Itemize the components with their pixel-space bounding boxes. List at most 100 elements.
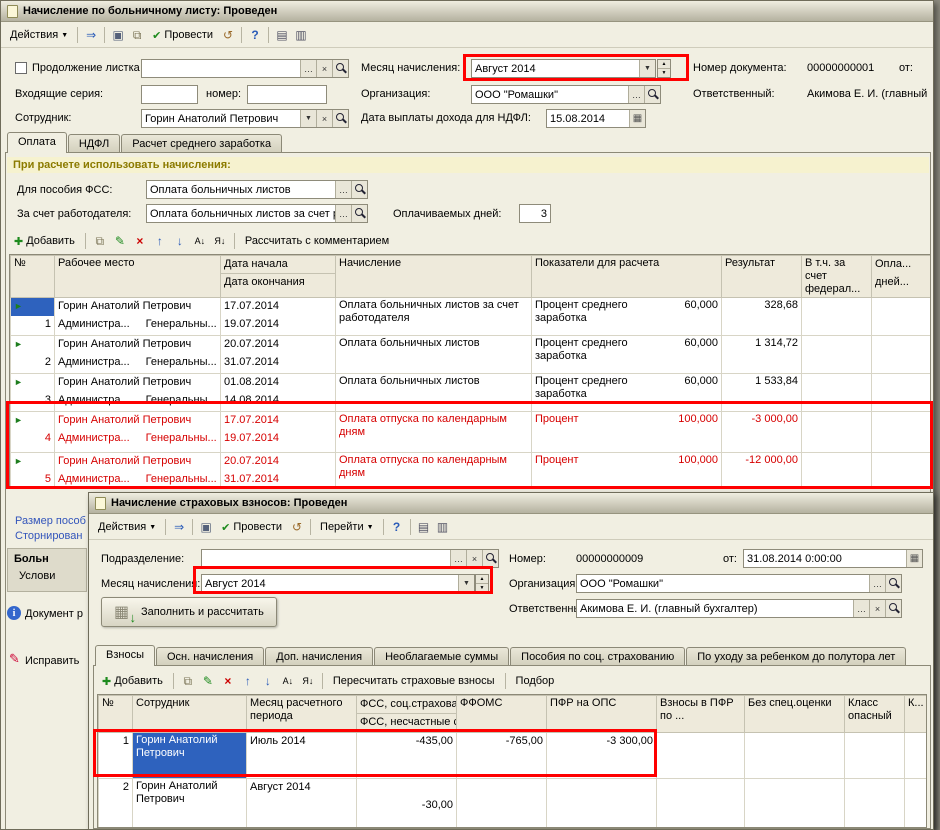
move-up-icon[interactable]: ↑	[239, 672, 257, 690]
class-danger-cell[interactable]	[845, 779, 905, 829]
help-icon[interactable]: ?	[246, 26, 264, 44]
pfr-extra-cell[interactable]	[657, 733, 745, 779]
marker-cell[interactable]: ► 4	[11, 412, 55, 453]
post-and-close-icon[interactable]: ⇒	[82, 26, 100, 44]
post-button[interactable]: ✔ Провести	[216, 519, 287, 536]
sort-desc-icon[interactable]: Я↓	[299, 672, 317, 690]
search-icon[interactable]	[351, 181, 367, 198]
accrual-cell[interactable]: Оплата больничных листов	[336, 374, 532, 412]
accrual-row-storno[interactable]: ► 5 Горин Анатолий Петрович Администра..…	[11, 453, 931, 490]
month-cell[interactable]: Июль 2014	[247, 733, 357, 779]
calendar-icon[interactable]: ▦	[906, 550, 922, 567]
copy-icon[interactable]: ⧉	[128, 26, 146, 44]
no-assessment-cell[interactable]	[745, 733, 845, 779]
storno-link[interactable]: Сторнирован	[15, 529, 89, 543]
pfr-cell[interactable]: -3 300,00	[547, 733, 657, 779]
pfr-cell[interactable]	[547, 779, 657, 829]
tab-payment[interactable]: Оплата	[7, 132, 67, 153]
chevron-down-icon[interactable]: ▼	[639, 60, 655, 77]
benefit-size-link[interactable]: Размер пособ	[15, 514, 89, 528]
marker-cell[interactable]: ► 2	[11, 336, 55, 374]
list-settings-icon[interactable]: ▤	[415, 518, 433, 536]
tab-social-benefits[interactable]: Пособия по соц. страхованию	[510, 647, 685, 666]
spin-up-icon[interactable]: ▲	[476, 575, 488, 584]
move-down-icon[interactable]: ↓	[259, 672, 277, 690]
result-cell[interactable]: 1 314,72	[722, 336, 802, 374]
ffoms-cell[interactable]: -765,00	[457, 733, 547, 779]
indicator-cell[interactable]: Процент среднего заработка 60,000	[532, 336, 722, 374]
window2-titlebar[interactable]: Начисление страховых взносов: Проведен	[89, 493, 933, 514]
ellipsis-button[interactable]: …	[300, 60, 316, 77]
accrual-row[interactable]: ► 2 Горин Анатолий Петрович Администра..…	[11, 336, 931, 374]
list-settings-icon[interactable]: ▤	[273, 26, 291, 44]
calendar-icon[interactable]: ▦	[629, 110, 645, 127]
ellipsis-button[interactable]: …	[335, 205, 351, 222]
federal-cell[interactable]	[802, 298, 872, 336]
save-icon[interactable]: ▣	[197, 518, 215, 536]
add-row-button[interactable]: ✚ Добавить	[97, 673, 168, 690]
responsible-field[interactable]: Акимова Е. И. (главный бухгалтер) … ×	[576, 599, 902, 618]
add-row-button[interactable]: ✚ Добавить	[9, 233, 80, 250]
recalculate-contributions-button[interactable]: Пересчитать страховые взносы	[328, 673, 500, 689]
contribution-row[interactable]: 2 Горин Анатолий Петрович Август 2014 -3…	[99, 779, 927, 829]
k-cell[interactable]	[905, 779, 927, 829]
indicator-cell[interactable]: Процент 100,000	[532, 412, 722, 453]
actions-menu-button[interactable]: Действия ▼	[93, 519, 161, 535]
workplace-cell[interactable]: Горин Анатолий Петрович Администра...Ген…	[55, 453, 221, 490]
marker-cell[interactable]: ► 5	[11, 453, 55, 490]
sort-asc-icon[interactable]: А↓	[191, 232, 209, 250]
window1-titlebar[interactable]: Начисление по больничному листу: Проведе…	[1, 1, 933, 22]
pfr-extra-cell[interactable]	[657, 779, 745, 829]
accrual-cell[interactable]: Оплата больничных листов	[336, 336, 532, 374]
month-spinner[interactable]: ▲ ▼	[657, 59, 671, 78]
paid-days-field[interactable]: 3	[519, 204, 551, 223]
chevron-down-icon[interactable]: ▼	[300, 110, 316, 127]
federal-cell[interactable]	[802, 412, 872, 453]
form-settings-icon[interactable]: ▥	[292, 26, 310, 44]
tab-nontaxable[interactable]: Необлагаемые суммы	[374, 647, 509, 666]
accrual-cell[interactable]: Оплата больничных листов за счет работод…	[336, 298, 532, 336]
clear-icon[interactable]: ×	[316, 110, 332, 127]
accrual-cell[interactable]: Оплата отпуска по календарным дням	[336, 453, 532, 490]
accrual-row[interactable]: ► 1 Горин Анатолий Петрович Администра..…	[11, 298, 931, 336]
continuation-field[interactable]: … ×	[141, 59, 349, 78]
search-icon[interactable]	[885, 600, 901, 617]
edit-row-icon[interactable]: ✎	[111, 232, 129, 250]
organization-field[interactable]: ООО "Ромашки" …	[576, 574, 902, 593]
fss-cell[interactable]: -435,00	[357, 733, 457, 779]
accrual-row[interactable]: ► 3 Горин Анатолий Петрович Администра..…	[11, 374, 931, 412]
search-icon[interactable]	[351, 205, 367, 222]
fill-and-calculate-button[interactable]: ▦↓ Заполнить и рассчитать	[101, 597, 277, 627]
contribution-row[interactable]: 1 Горин Анатолий Петрович Июль 2014 -435…	[99, 733, 927, 779]
dates-cell[interactable]: 01.08.2014 14.08.2014	[221, 374, 336, 412]
search-icon[interactable]	[482, 550, 498, 567]
doc-datetime-field[interactable]: 31.08.2014 0:00:00 ▦	[743, 549, 923, 568]
accrual-cell[interactable]: Оплата отпуска по календарным дням	[336, 412, 532, 453]
spin-up-icon[interactable]: ▲	[658, 60, 670, 69]
paid-days-cell[interactable]	[872, 412, 931, 453]
ellipsis-button[interactable]: …	[869, 575, 885, 592]
search-icon[interactable]	[644, 86, 660, 103]
employer-accrual-field[interactable]: Оплата больничных листов за счет раб... …	[146, 204, 368, 223]
result-cell[interactable]: 328,68	[722, 298, 802, 336]
indicator-cell[interactable]: Процент 100,000	[532, 453, 722, 490]
calc-with-comment-button[interactable]: Рассчитать с комментарием	[240, 233, 394, 249]
copy-row-icon[interactable]: ⧉	[179, 672, 197, 690]
clear-icon[interactable]: ×	[466, 550, 482, 567]
month-cell[interactable]: Август 2014	[247, 779, 357, 829]
accrual-row-storno[interactable]: ► 4 Горин Анатолий Петрович Администра..…	[11, 412, 931, 453]
spin-down-icon[interactable]: ▼	[476, 584, 488, 592]
chevron-down-icon[interactable]: ▼	[458, 575, 474, 592]
spin-down-icon[interactable]: ▼	[658, 69, 670, 77]
employee-cell-selected[interactable]: Горин Анатолий Петрович	[133, 733, 247, 779]
post-and-close-icon[interactable]: ⇒	[170, 518, 188, 536]
employee-cell[interactable]: Горин Анатолий Петрович	[133, 779, 247, 829]
ellipsis-button[interactable]: …	[628, 86, 644, 103]
k-cell[interactable]	[905, 733, 927, 779]
workplace-cell[interactable]: Горин Анатолий Петрович Администра...Ген…	[55, 336, 221, 374]
fix-button[interactable]: Исправить	[25, 652, 79, 670]
indicator-cell[interactable]: Процент среднего заработка 60,000	[532, 374, 722, 412]
search-icon[interactable]	[332, 60, 348, 77]
ellipsis-button[interactable]: …	[450, 550, 466, 567]
edit-row-icon[interactable]: ✎	[199, 672, 217, 690]
